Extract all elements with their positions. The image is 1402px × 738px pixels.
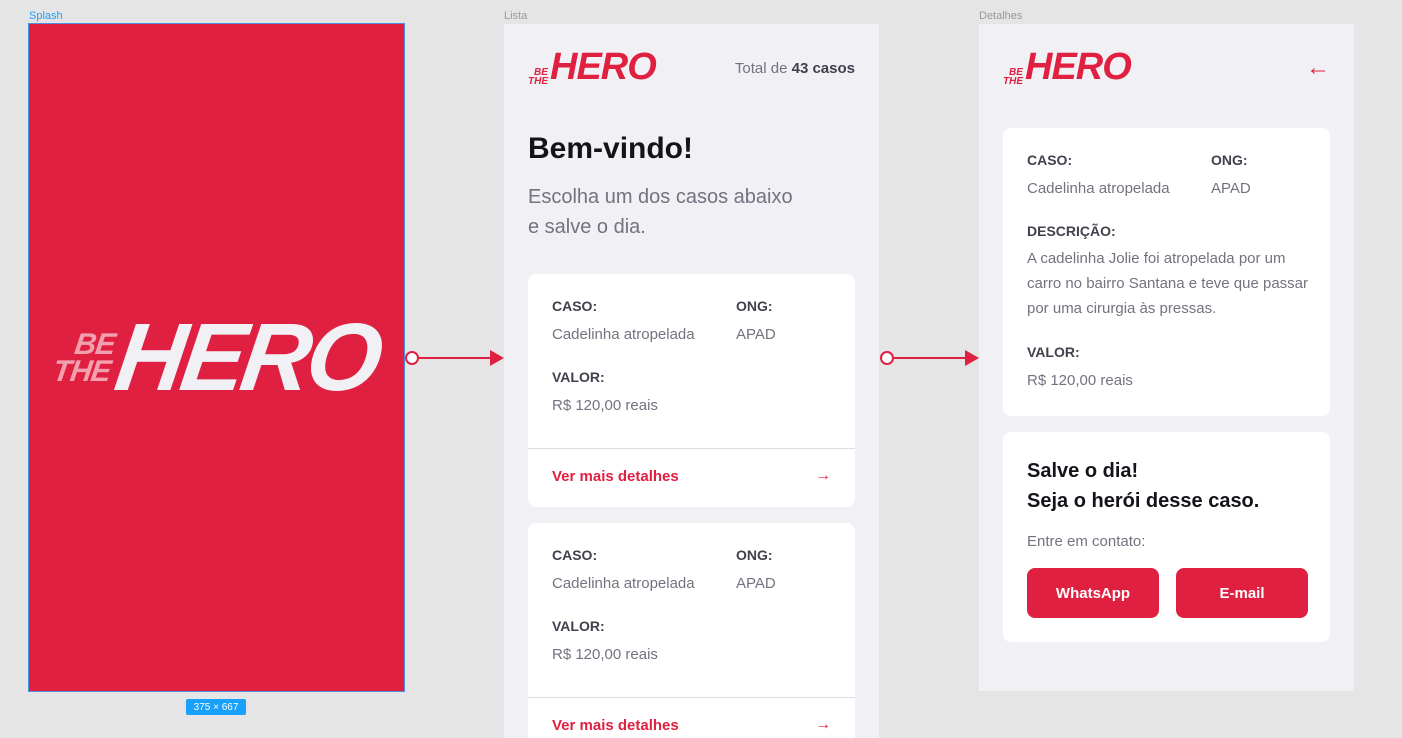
incident-card: CASO: ONG: Cadelinha atropelada APAD VAL… bbox=[528, 274, 855, 507]
card-divider bbox=[528, 697, 855, 698]
valor-value: R$ 120,00 reais bbox=[552, 646, 658, 663]
details-label: Ver mais detalhes bbox=[552, 716, 679, 734]
details-button[interactable]: Ver mais detalhes → bbox=[552, 715, 831, 735]
contact-label: Entre em contato: bbox=[1027, 533, 1146, 550]
logo-the: THE bbox=[1003, 75, 1023, 87]
valor-label: VALOR: bbox=[1027, 344, 1080, 360]
splash-logo: BE THE HERO bbox=[48, 303, 386, 411]
caso-value: Cadelinha atropelada bbox=[552, 575, 695, 592]
logo-hero: HERO bbox=[109, 303, 386, 411]
total-cases: Total de 43 casos bbox=[735, 60, 855, 77]
logo-hero: HERO bbox=[550, 46, 657, 88]
lista-frame[interactable]: BE THE HERO Total de 43 casos Bem-vindo!… bbox=[504, 24, 879, 738]
splash-frame[interactable]: BE THE HERO bbox=[28, 23, 405, 692]
ong-value: APAD bbox=[1211, 180, 1251, 197]
ong-label: ONG: bbox=[1211, 152, 1248, 168]
caso-label: CASO: bbox=[552, 547, 598, 563]
design-canvas: Splash Lista Detalhes BE THE HERO 375 × … bbox=[0, 0, 1402, 738]
details-button[interactable]: Ver mais detalhes → bbox=[552, 466, 831, 486]
email-button[interactable]: E-mail bbox=[1176, 568, 1308, 618]
details-label: Ver mais detalhes bbox=[552, 467, 679, 485]
frame-label-lista[interactable]: Lista bbox=[504, 10, 527, 22]
hero-line-2: Seja o herói desse caso. bbox=[1027, 490, 1260, 512]
frame-label-detalhes[interactable]: Detalhes bbox=[979, 10, 1022, 22]
card-divider bbox=[528, 448, 855, 449]
total-value: 43 casos bbox=[791, 60, 855, 77]
subtitle-line-1: Escolha um dos casos abaixo bbox=[528, 186, 793, 208]
ong-value: APAD bbox=[736, 575, 776, 592]
prototype-connector-1[interactable] bbox=[404, 348, 506, 368]
incident-card: CASO: ONG: Cadelinha atropelada APAD VAL… bbox=[528, 523, 855, 738]
ong-value: APAD bbox=[736, 326, 776, 343]
logo-the: THE bbox=[50, 354, 113, 388]
valor-value: R$ 120,00 reais bbox=[1027, 372, 1133, 389]
caso-value: Cadelinha atropelada bbox=[1027, 180, 1170, 197]
page-subtitle: Escolha um dos casos abaixo e salve o di… bbox=[528, 182, 828, 242]
header-logo: BE THE HERO bbox=[528, 46, 657, 88]
subtitle-line-2: e salve o dia. bbox=[528, 216, 646, 238]
valor-value: R$ 120,00 reais bbox=[552, 397, 658, 414]
prototype-connector-2[interactable] bbox=[879, 348, 981, 368]
hero-line-1: Salve o dia! bbox=[1027, 460, 1139, 482]
incident-details-card: CASO: ONG: Cadelinha atropelada APAD DES… bbox=[1003, 128, 1330, 416]
valor-label: VALOR: bbox=[552, 618, 605, 634]
arrow-right-icon: → bbox=[815, 716, 831, 733]
frame-label-splash[interactable]: Splash bbox=[29, 10, 63, 22]
valor-label: VALOR: bbox=[552, 369, 605, 385]
ong-label: ONG: bbox=[736, 547, 773, 563]
page-title: Bem-vindo! bbox=[528, 132, 693, 165]
contact-card: Salve o dia! Seja o herói desse caso. En… bbox=[1003, 432, 1330, 642]
arrow-right-icon: → bbox=[815, 467, 831, 484]
header-logo: BE THE HERO bbox=[1003, 46, 1132, 88]
hero-title: Salve o dia! Seja o herói desse caso. bbox=[1027, 456, 1259, 516]
logo-be: BE bbox=[72, 327, 117, 361]
caso-label: CASO: bbox=[1027, 152, 1073, 168]
detalhes-frame[interactable]: BE THE HERO ← CASO: ONG: Cadelinha atrop… bbox=[979, 24, 1354, 691]
arrow-left-icon[interactable]: ← bbox=[1306, 56, 1330, 80]
descricao-value: A cadelinha Jolie foi atropelada por um … bbox=[1027, 250, 1309, 317]
caso-value: Cadelinha atropelada bbox=[552, 326, 695, 343]
ong-label: ONG: bbox=[736, 298, 773, 314]
size-badge: 375 × 667 bbox=[186, 699, 246, 715]
logo-hero: HERO bbox=[1025, 46, 1132, 88]
logo-the: THE bbox=[528, 75, 548, 87]
total-prefix: Total de bbox=[734, 60, 788, 77]
caso-label: CASO: bbox=[552, 298, 598, 314]
whatsapp-button[interactable]: WhatsApp bbox=[1027, 568, 1159, 618]
descricao-label: DESCRIÇÃO: bbox=[1027, 223, 1116, 239]
